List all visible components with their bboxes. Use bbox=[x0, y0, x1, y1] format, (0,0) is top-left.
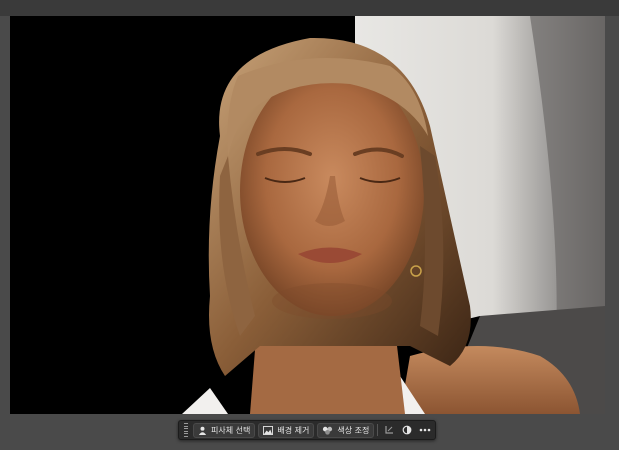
remove-background-button[interactable]: 배경 제거 bbox=[258, 422, 315, 438]
image-icon bbox=[263, 425, 274, 435]
select-subject-label: 피사체 선택 bbox=[211, 425, 251, 435]
more-options-button[interactable] bbox=[417, 423, 432, 438]
half-circle-icon bbox=[402, 425, 412, 435]
divider bbox=[377, 424, 379, 436]
contextual-task-bar: 피사체 선택 배경 제거 색상 조정 bbox=[178, 420, 436, 440]
color-adjust-label: 색상 조정 bbox=[337, 425, 370, 435]
photo-image bbox=[10, 16, 605, 414]
transform-icon bbox=[385, 426, 393, 434]
adjustment-button[interactable] bbox=[399, 423, 414, 438]
select-subject-button[interactable]: 피사체 선택 bbox=[193, 422, 256, 438]
drag-handle-icon[interactable] bbox=[182, 423, 190, 437]
top-bar bbox=[0, 0, 619, 16]
remove-background-label: 배경 제거 bbox=[277, 425, 310, 435]
document-canvas[interactable] bbox=[10, 16, 605, 414]
person-icon bbox=[198, 426, 207, 435]
color-adjust-button[interactable]: 색상 조정 bbox=[317, 422, 375, 438]
transform-button[interactable] bbox=[381, 423, 396, 438]
color-circles-icon bbox=[323, 426, 333, 435]
more-dots-icon bbox=[419, 428, 430, 432]
